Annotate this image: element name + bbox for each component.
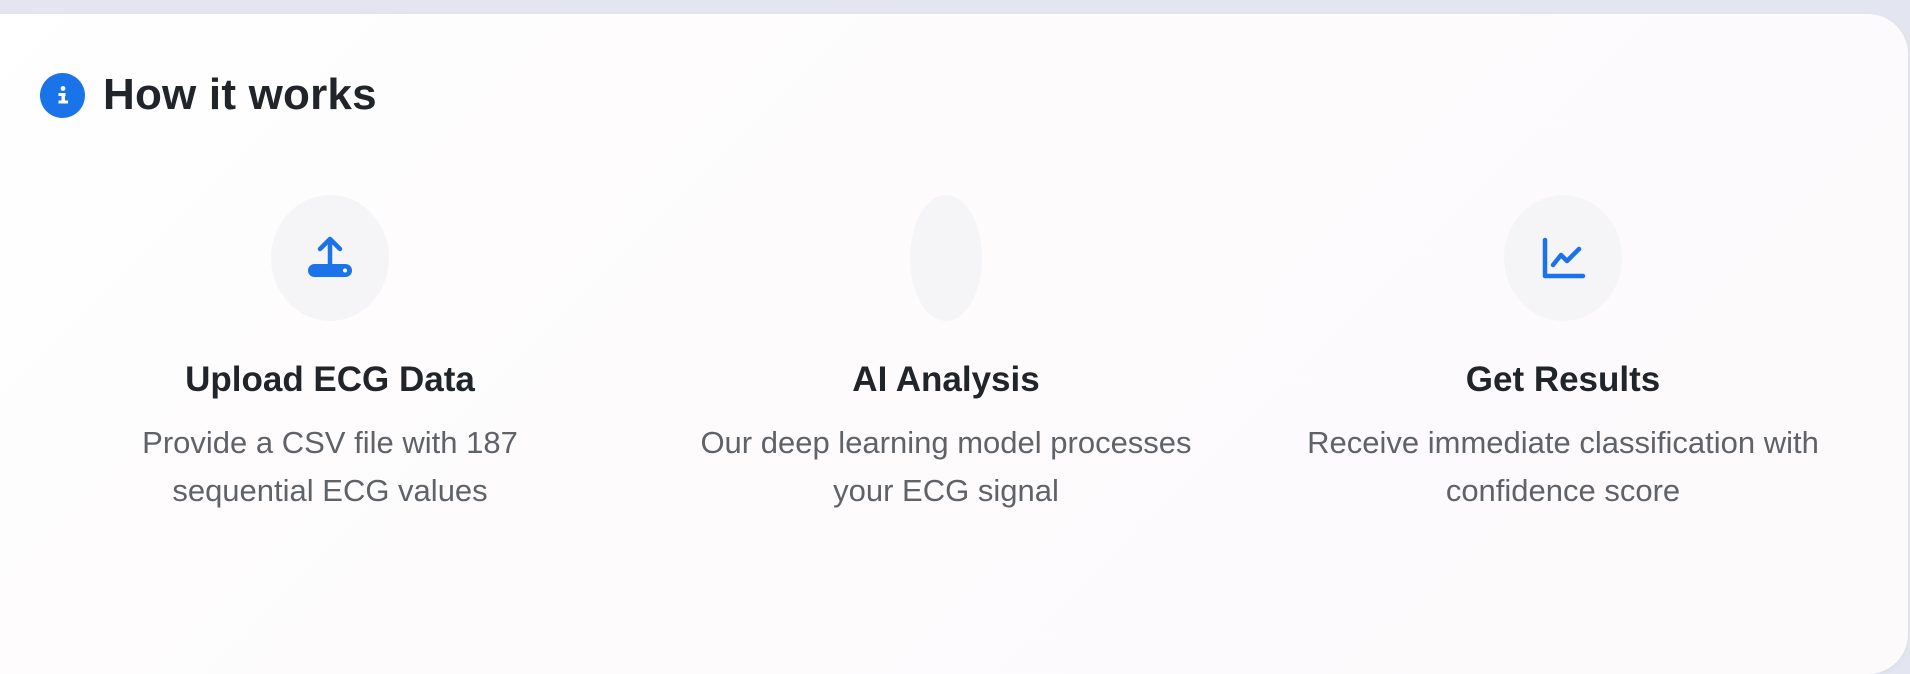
section-title: How it works	[103, 70, 377, 119]
ai-analysis-icon-circle	[910, 195, 982, 321]
line-chart-icon	[1542, 237, 1586, 279]
step-description: Our deep learning model processes your E…	[700, 425, 1192, 508]
step-description: Provide a CSV file with 187 sequential E…	[142, 425, 518, 508]
results-icon-circle	[1504, 195, 1622, 321]
upload-icon	[308, 236, 352, 277]
step-title: AI Analysis	[852, 360, 1040, 399]
how-it-works-header: How it works	[40, 70, 377, 120]
step-get-results: Get Results Receive immediate classifica…	[1283, 195, 1843, 515]
step-title: Upload ECG Data	[185, 360, 475, 399]
info-icon	[40, 72, 85, 118]
step-upload: Upload ECG Data Provide a CSV file with …	[50, 195, 610, 515]
upload-icon-circle	[271, 195, 389, 321]
step-description: Receive immediate classification with co…	[1307, 425, 1819, 508]
step-title: Get Results	[1465, 360, 1661, 399]
step-ai-analysis: AI Analysis Our deep learning model proc…	[666, 195, 1226, 515]
